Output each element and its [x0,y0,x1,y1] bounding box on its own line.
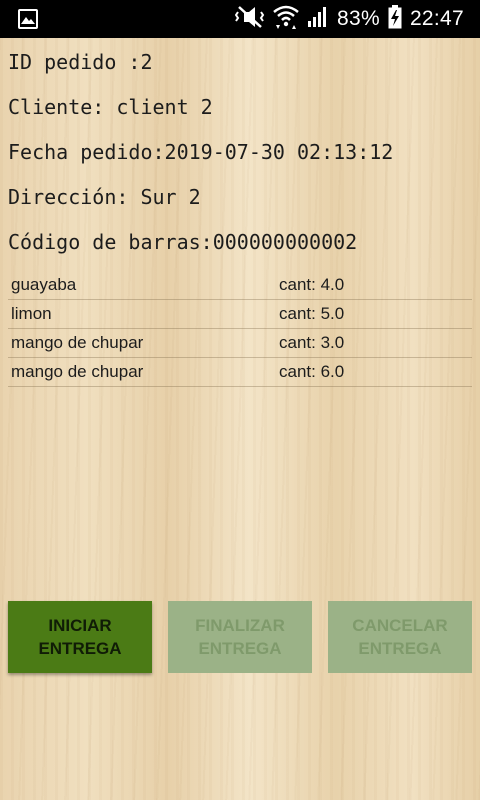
list-item: mango de chupar cant: 6.0 [8,358,472,387]
list-item: mango de chupar cant: 3.0 [8,329,472,358]
start-delivery-label-2: ENTREGA [38,639,122,658]
gallery-icon [18,9,38,29]
list-item: limon cant: 5.0 [8,300,472,329]
order-date: Fecha pedido:2019-07-30 02:13:12 [8,140,394,164]
battery-percent: 83% [337,7,380,30]
item-quantity: cant: 5.0 [279,304,345,323]
item-name: limon [11,304,52,323]
finish-delivery-label-1: FINALIZAR [195,616,285,635]
order-details: ID pedido :2 Cliente: client 2 Fecha ped… [8,44,472,269]
items-list: guayaba cant: 4.0 limon cant: 5.0 mango … [8,271,472,387]
item-name: mango de chupar [11,333,144,352]
wifi-icon [273,5,299,34]
battery-charging-icon [388,4,402,34]
order-barcode: Código de barras:000000000002 [8,230,358,254]
finish-delivery-button[interactable]: FINALIZAR ENTREGA [168,601,312,673]
order-id: ID pedido :2 [8,50,153,74]
cancel-delivery-label-1: CANCELAR [352,616,448,635]
order-client: Cliente: client 2 [8,95,213,119]
start-delivery-button[interactable]: INICIAR ENTREGA [8,601,152,673]
item-name: mango de chupar [11,362,144,381]
signal-icon [307,6,329,33]
cancel-delivery-label-2: ENTREGA [358,639,442,658]
finish-delivery-label-2: ENTREGA [198,639,282,658]
item-quantity: cant: 6.0 [279,362,345,381]
order-address: Dirección: Sur 2 [8,185,201,209]
item-quantity: cant: 4.0 [279,275,345,294]
start-delivery-label-1: INICIAR [48,616,112,635]
status-bar: 83% 22:47 [0,0,480,38]
mute-vibrate-icon [234,5,265,33]
list-item: guayaba cant: 4.0 [8,271,472,300]
cancel-delivery-button[interactable]: CANCELAR ENTREGA [328,601,472,673]
item-name: guayaba [11,275,77,294]
item-quantity: cant: 3.0 [279,333,345,352]
clock: 22:47 [409,7,464,30]
